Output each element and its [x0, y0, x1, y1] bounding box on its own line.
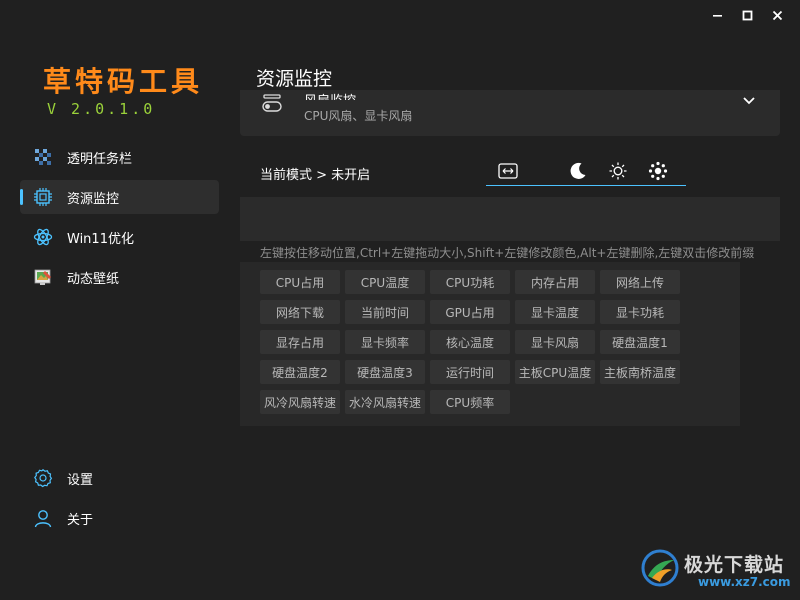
- sidebar-item-dynamic-wallpaper[interactable]: 动态壁纸: [20, 260, 219, 294]
- light-mode-button[interactable]: [607, 161, 629, 181]
- metric-chip[interactable]: CPU温度: [345, 270, 425, 294]
- sidebar-item-label: 透明任务栏: [67, 151, 133, 167]
- card-title: 风扇监控: [304, 90, 356, 100]
- metric-chip[interactable]: 硬盘温度1: [600, 330, 680, 354]
- fan-toggle-icon: [262, 94, 282, 112]
- chevron-down-icon[interactable]: [742, 96, 756, 106]
- sidebar-nav: 透明任务栏 资源监控 Win11优化 动态壁纸: [20, 140, 219, 300]
- close-button[interactable]: [764, 6, 790, 24]
- brightness-dots-icon: [648, 161, 668, 181]
- sidebar-item-transparent-taskbar[interactable]: 透明任务栏: [20, 140, 219, 174]
- current-mode-label: 当前模式 > 未开启: [260, 168, 371, 183]
- sidebar-item-win11-optimize[interactable]: Win11优化: [20, 220, 219, 254]
- sidebar-bottom: 设置 关于: [20, 461, 219, 541]
- sidebar-item-label: 设置: [67, 472, 94, 488]
- sidebar-item-label: Win11优化: [67, 231, 134, 247]
- metric-chip[interactable]: 网络上传: [600, 270, 680, 294]
- metric-chip[interactable]: 水冷风扇转速: [345, 390, 425, 414]
- metric-chip[interactable]: 风冷风扇转速: [260, 390, 340, 414]
- metric-chip[interactable]: 显存占用: [260, 330, 340, 354]
- watermark-text: 极光下载站: [684, 554, 785, 576]
- metric-chip[interactable]: 显卡功耗: [600, 300, 680, 324]
- auto-mode-button[interactable]: [647, 161, 669, 181]
- page-title: 资源监控: [256, 68, 333, 90]
- sidebar-item-label: 动态壁纸: [67, 271, 120, 287]
- minimize-icon: [712, 14, 722, 17]
- sidebar-item-about[interactable]: 关于: [20, 501, 219, 535]
- watermark-logo-icon: [641, 549, 679, 587]
- monitor-preview-bar[interactable]: [240, 197, 780, 241]
- usage-hint: 左键按住移动位置,Ctrl+左键拖动大小,Shift+左键修改颜色,Alt+左键…: [260, 246, 755, 260]
- atom-icon: [32, 226, 54, 248]
- metric-chip[interactable]: 核心温度: [430, 330, 510, 354]
- maximize-icon: [742, 10, 752, 20]
- metric-chip[interactable]: 运行时间: [430, 360, 510, 384]
- metric-chip[interactable]: 内存占用: [515, 270, 595, 294]
- window-controls: [704, 6, 790, 24]
- metric-chip[interactable]: 当前时间: [345, 300, 425, 324]
- sun-icon: [609, 162, 627, 180]
- metric-chip[interactable]: CPU占用: [260, 270, 340, 294]
- metric-chip[interactable]: 主板南桥温度: [600, 360, 680, 384]
- metric-chip[interactable]: 硬盘温度3: [345, 360, 425, 384]
- card-subtitle: CPU风扇、显卡风扇: [304, 109, 413, 123]
- metric-chip[interactable]: 主板CPU温度: [515, 360, 595, 384]
- sidebar-item-label: 资源监控: [67, 191, 120, 207]
- user-icon: [32, 507, 54, 529]
- resize-horizontal-icon: [498, 163, 518, 179]
- sidebar-item-settings[interactable]: 设置: [20, 461, 219, 495]
- metric-chips-panel: CPU占用 CPU温度 CPU功耗 内存占用 网络上传网络下载 当前时间 GPU占用 显卡温度…: [240, 262, 740, 426]
- maximize-button[interactable]: [734, 6, 760, 24]
- cpu-chip-icon: [32, 186, 54, 208]
- wallpaper-icon: [32, 266, 54, 288]
- metric-chip[interactable]: CPU频率: [430, 390, 510, 414]
- sidebar-item-resource-monitor[interactable]: 资源监控: [20, 180, 219, 214]
- metric-chip[interactable]: 显卡频率: [345, 330, 425, 354]
- gear-icon: [32, 467, 54, 489]
- resize-horizontal-button[interactable]: [497, 161, 519, 181]
- dark-mode-button[interactable]: [567, 161, 589, 181]
- app-version: V 2.0.1.0: [47, 100, 156, 118]
- minimize-button[interactable]: [704, 6, 730, 24]
- metric-chip[interactable]: GPU占用: [430, 300, 510, 324]
- metric-chip[interactable]: 显卡温度: [515, 300, 595, 324]
- sidebar-item-label: 关于: [67, 512, 94, 528]
- checker-icon: [32, 146, 54, 168]
- mode-toolbar: [486, 156, 686, 186]
- metric-chip[interactable]: CPU功耗: [430, 270, 510, 294]
- metric-chip[interactable]: 显卡风扇: [515, 330, 595, 354]
- metric-chip[interactable]: 硬盘温度2: [260, 360, 340, 384]
- site-watermark: 极光下载站 www.xz7.com: [640, 548, 792, 594]
- watermark-url: www.xz7.com: [698, 575, 791, 589]
- app-title: 草特码工具: [43, 65, 204, 98]
- metric-chip[interactable]: 网络下载: [260, 300, 340, 324]
- close-icon: [772, 10, 782, 20]
- moon-icon: [570, 162, 586, 179]
- fan-monitor-card[interactable]: 风扇监控 CPU风扇、显卡风扇: [240, 90, 780, 136]
